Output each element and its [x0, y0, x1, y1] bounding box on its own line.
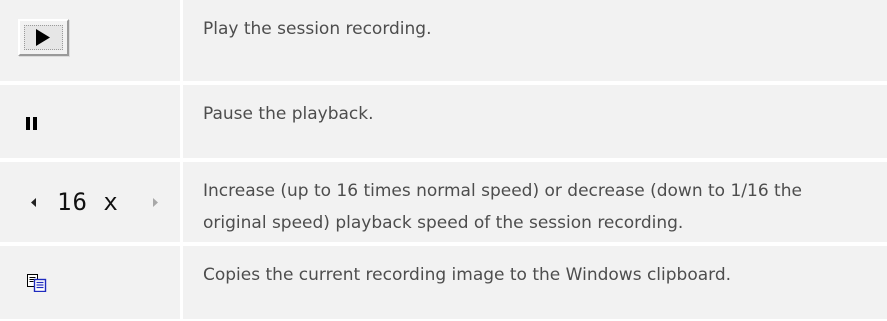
speed-increase-arrow-icon[interactable]	[153, 198, 158, 207]
description-text: Copies the current recording image to th…	[186, 246, 887, 319]
table-row-copy: Copies the current recording image to th…	[0, 246, 887, 319]
speed-control[interactable]: 16 x	[17, 186, 167, 220]
play-button[interactable]	[18, 19, 69, 56]
description-text: Pause the playback.	[186, 85, 887, 158]
table-row-speed: 16 x Increase (up to 16 times normal spe…	[0, 162, 887, 242]
speed-value: 16 x	[57, 188, 119, 216]
icon-cell	[0, 0, 183, 81]
speed-description-line1: Increase (up to 16 times normal speed) o…	[203, 181, 802, 201]
play-description: Play the session recording.	[203, 19, 432, 39]
icon-cell	[0, 85, 183, 158]
speed-decrease-arrow-icon[interactable]	[31, 198, 36, 207]
icon-cell: 16 x	[0, 162, 183, 242]
icon-cell	[0, 246, 183, 319]
description-text: Increase (up to 16 times normal speed) o…	[186, 162, 887, 242]
pause-description: Pause the playback.	[203, 104, 374, 124]
toolbar-reference-table: Play the session recording. Pause the pl…	[0, 0, 887, 321]
description-text: Play the session recording.	[186, 0, 887, 81]
table-row-pause: Pause the playback.	[0, 85, 887, 158]
copy-icon[interactable]	[27, 274, 47, 292]
copy-description: Copies the current recording image to th…	[203, 265, 732, 285]
table-row-play: Play the session recording.	[0, 0, 887, 81]
pause-icon[interactable]	[26, 117, 37, 130]
speed-description-line2: original speed) playback speed of the se…	[203, 213, 684, 233]
play-icon	[36, 29, 50, 46]
